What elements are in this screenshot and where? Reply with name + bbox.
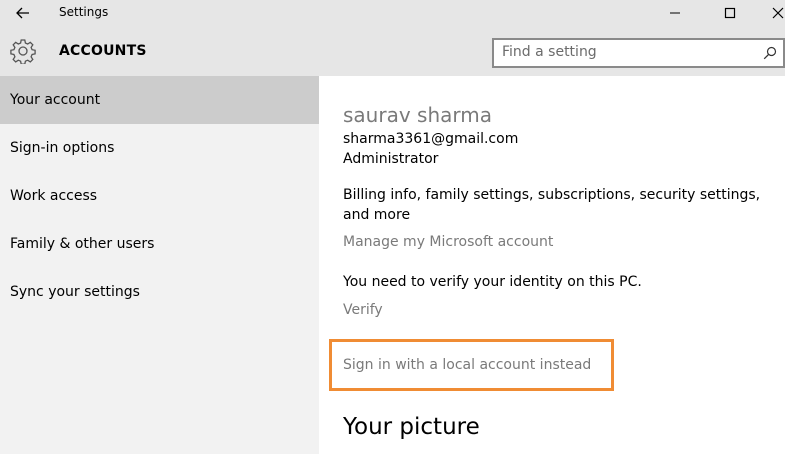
sidebar-item-work-access[interactable]: Work access — [0, 172, 319, 220]
verify-message: You need to verify your identity on this… — [343, 274, 642, 290]
minimize-button[interactable] — [652, 0, 698, 26]
local-account-link[interactable]: Sign in with a local account instead — [343, 357, 591, 373]
maximize-button[interactable] — [707, 0, 753, 26]
user-name: saurav sharma — [343, 103, 492, 127]
your-picture-heading: Your picture — [343, 414, 480, 440]
close-button[interactable] — [755, 0, 785, 26]
gear-icon — [10, 39, 36, 64]
back-arrow-icon — [16, 7, 29, 19]
sidebar-item-label: Family & other users — [10, 236, 155, 252]
sidebar-item-label: Sync your settings — [10, 284, 140, 300]
sidebar-item-label: Work access — [10, 188, 98, 204]
search-box[interactable] — [492, 38, 785, 68]
page-title: ACCOUNTS — [59, 43, 147, 59]
sidebar-item-sync-settings[interactable]: Sync your settings — [0, 268, 319, 316]
sidebar-item-sign-in-options[interactable]: Sign-in options — [0, 124, 319, 172]
user-email: sharma3361@gmail.com — [343, 131, 519, 147]
sidebar-item-family-other-users[interactable]: Family & other users — [0, 220, 319, 268]
window-title: Settings — [59, 5, 109, 19]
page-header: ACCOUNTS — [0, 26, 785, 76]
sidebar-item-label: Your account — [10, 92, 101, 108]
sidebar-item-your-account[interactable]: Your account — [0, 76, 319, 124]
verify-link[interactable]: Verify — [343, 302, 383, 318]
user-role: Administrator — [343, 151, 439, 167]
sidebar: Your account Sign-in options Work access… — [0, 76, 319, 454]
billing-info-text: Billing info, family settings, subscript… — [343, 187, 761, 223]
title-bar: Settings — [0, 0, 785, 26]
maximize-icon — [724, 7, 736, 19]
search-icon[interactable] — [763, 46, 777, 60]
manage-account-link[interactable]: Manage my Microsoft account — [343, 234, 553, 250]
minimize-icon — [670, 12, 680, 14]
close-icon — [772, 7, 784, 19]
search-input[interactable] — [502, 44, 752, 60]
sidebar-item-label: Sign-in options — [10, 140, 115, 156]
main-content: saurav sharma sharma3361@gmail.com Admin… — [319, 76, 785, 454]
back-button[interactable] — [6, 0, 40, 26]
